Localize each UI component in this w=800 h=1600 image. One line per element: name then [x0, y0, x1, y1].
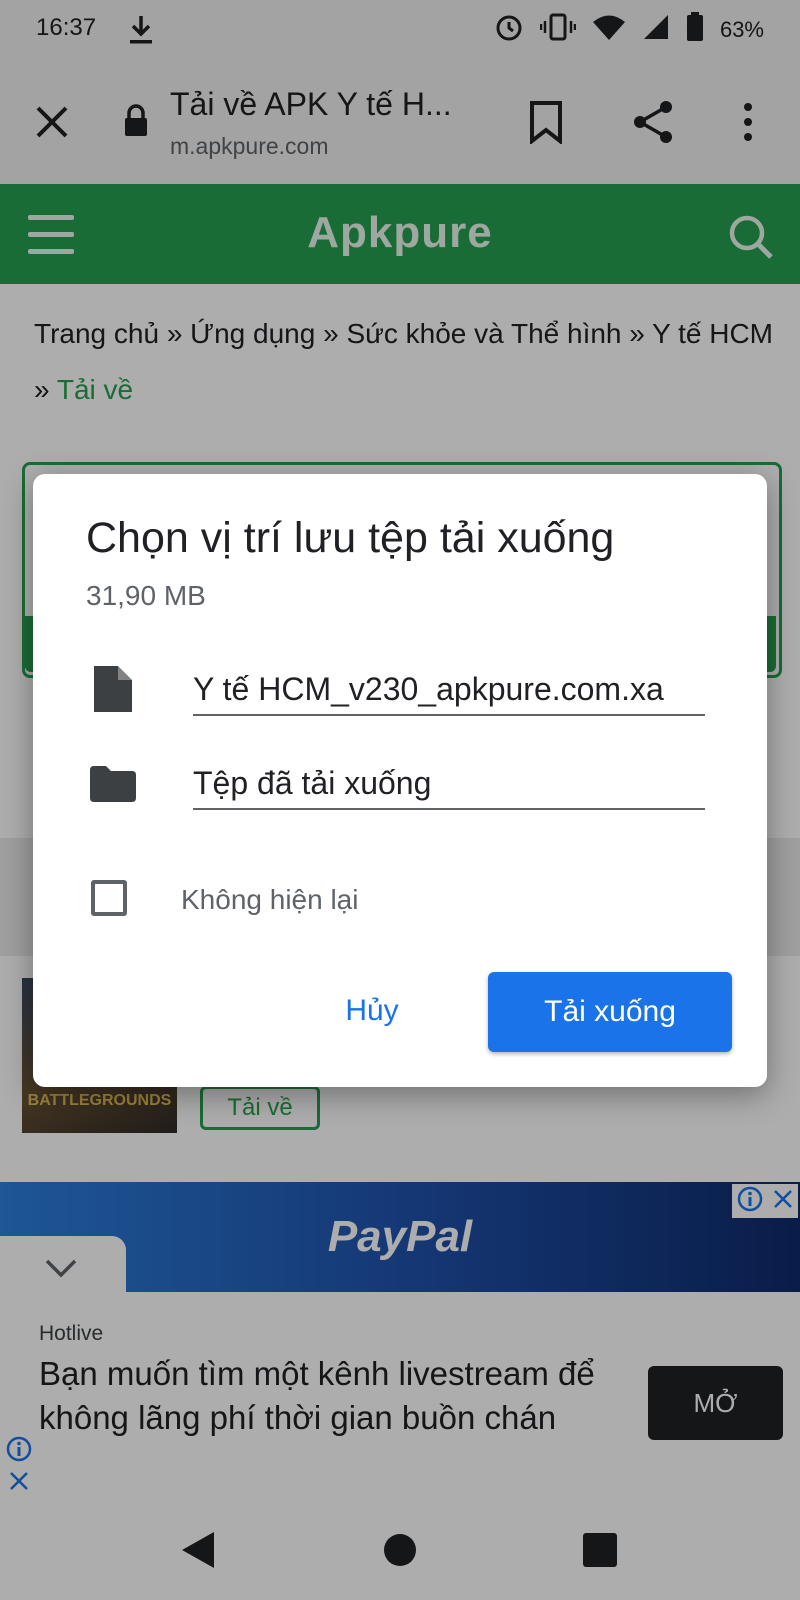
folder-icon	[90, 766, 136, 807]
file-size: 31,90 MB	[86, 580, 206, 611]
download-button[interactable]: Tải xuống	[488, 972, 732, 1052]
dont-show-again-label[interactable]: Không hiện lại	[181, 884, 358, 916]
dialog-title: Chọn vị trí lưu tệp tải xuống	[86, 514, 615, 562]
nav-scrim	[0, 1498, 800, 1600]
file-name-input[interactable]: Y tế HCM_v230_apkpure.com.xa	[193, 664, 705, 716]
cancel-button[interactable]: Hủy	[332, 974, 412, 1048]
status-scrim	[0, 0, 800, 62]
file-icon	[94, 666, 132, 717]
dont-show-again-checkbox[interactable]	[91, 880, 127, 916]
folder-select[interactable]: Tệp đã tải xuống	[193, 758, 705, 810]
